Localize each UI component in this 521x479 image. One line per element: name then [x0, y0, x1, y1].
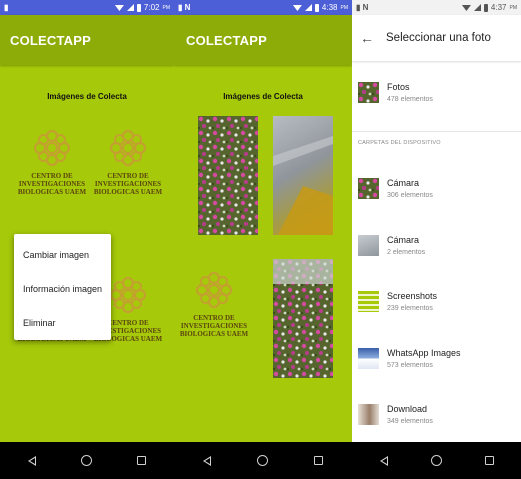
flower-thumbnail-icon — [358, 177, 379, 199]
photos-thumbnail-icon — [358, 81, 379, 103]
notification-icon: ▮ N — [356, 3, 369, 12]
picker-item-whatsapp[interactable]: WhatsApp Images 573 elementos — [352, 338, 521, 378]
home-icon[interactable] — [80, 455, 92, 466]
item-count: 2 elementos — [387, 248, 426, 256]
app-title: COLECTAPP — [0, 15, 174, 65]
item-name: WhatsApp Images — [387, 347, 461, 358]
picker-toolbar: ← Seleccionar una foto — [352, 15, 521, 61]
item-name: Cámara — [387, 177, 420, 188]
status-bar: ▮ 7:02 PM — [0, 0, 174, 15]
menu-item-delete[interactable]: Eliminar — [14, 306, 111, 340]
picker-title: Seleccionar una foto — [386, 32, 491, 44]
wifi-icon — [461, 5, 471, 11]
picker-item-download[interactable]: Download 349 elementos — [352, 394, 521, 434]
navigation-bar — [352, 442, 521, 479]
section-header: CARPETAS DEL DISPOSITIVO — [358, 140, 441, 146]
status-time: 4:38 — [321, 3, 338, 12]
wifi-icon — [114, 5, 124, 11]
screen-1: ▮ 7:02 PM COLECTAPP Imágenes de Colecta C… — [0, 0, 174, 479]
logo-text: CENTRO DE INVESTIGACIONES BIOLOGICAS UAE… — [17, 172, 87, 196]
recent-apps-icon[interactable] — [314, 456, 323, 465]
status-time: 4:37 — [490, 3, 507, 12]
signal-icon — [304, 4, 312, 11]
status-icons: 4:38 PM — [292, 3, 349, 12]
notification-icon: ▮ — [4, 3, 9, 12]
divider — [352, 131, 521, 132]
item-count: 349 elementos — [387, 417, 433, 425]
status-ampm: PM — [162, 4, 171, 11]
item-count: 478 elementos — [387, 95, 433, 103]
ground-photo-icon — [273, 136, 333, 235]
institution-logo-icon — [109, 129, 147, 167]
menu-item-change-image[interactable]: Cambiar imagen — [14, 238, 111, 272]
whatsapp-thumbnail-icon — [358, 347, 379, 369]
logo-image[interactable]: CENTRO DE INVESTIGACIONES BIOLOGICAS UAE… — [91, 128, 165, 196]
item-name: Download — [387, 403, 428, 414]
context-menu: Cambiar imagen Información imagen Elimin… — [14, 234, 111, 340]
home-icon[interactable] — [430, 455, 442, 466]
back-icon[interactable] — [379, 455, 388, 466]
picker-item-screenshots[interactable]: Screenshots 239 elementos — [352, 281, 521, 321]
back-arrow-icon[interactable]: ← — [360, 30, 378, 46]
logo-text: CENTRO DE INVESTIGACIONES BIOLOGICAS UAE… — [179, 314, 249, 338]
flower-photo-icon — [273, 259, 333, 378]
download-thumbnail-icon — [358, 403, 379, 425]
picker-item-camera[interactable]: Cámara 306 elementos — [352, 168, 521, 208]
logo-image[interactable]: CENTRO DE INVESTIGACIONES BIOLOGICAS UAE… — [174, 270, 259, 338]
item-count: 306 elementos — [387, 191, 433, 199]
collection-photo-ground[interactable] — [273, 116, 333, 235]
back-icon[interactable] — [203, 455, 211, 466]
item-name: Fotos — [387, 81, 410, 92]
status-bar: ▮ N 4:37 PM — [352, 0, 521, 15]
status-ampm: PM — [340, 4, 349, 11]
picker-item-camera[interactable]: Cámara 2 elementos — [352, 225, 521, 265]
camera-thumbnail-icon — [358, 234, 379, 256]
wifi-icon — [292, 5, 302, 11]
menu-item-image-info[interactable]: Información imagen — [14, 272, 111, 306]
logo-image[interactable]: CENTRO DE INVESTIGACIONES BIOLOGICAS UAE… — [15, 128, 89, 196]
collection-photo-flowers[interactable] — [273, 259, 333, 378]
battery-icon — [314, 3, 319, 12]
battery-icon — [136, 3, 141, 12]
app-title: COLECTAPP — [174, 15, 352, 65]
section-title: Imágenes de Colecta — [223, 92, 303, 101]
recent-apps-icon[interactable] — [484, 456, 494, 465]
item-name: Cámara — [387, 234, 420, 245]
status-icons: 7:02 PM — [114, 3, 171, 12]
section-title: Imágenes de Colecta — [47, 92, 127, 101]
logo-text: CENTRO DE INVESTIGACIONES BIOLOGICAS UAE… — [93, 172, 163, 196]
navigation-bar — [174, 442, 352, 479]
home-icon[interactable] — [257, 455, 268, 466]
item-count: 239 elementos — [387, 304, 433, 312]
item-count: 573 elementos — [387, 361, 433, 369]
collection-photo-flowers[interactable] — [198, 116, 258, 235]
signal-icon — [473, 4, 481, 11]
picker-item-photos[interactable]: Fotos 478 elementos — [352, 72, 521, 112]
institution-logo-icon — [195, 271, 233, 309]
signal-icon — [126, 4, 134, 11]
status-icons: 4:37 PM — [461, 3, 518, 12]
item-name: Screenshots — [387, 290, 438, 301]
screenshot-thumbnail-icon — [358, 290, 379, 312]
screen-2: ▮ N 4:38 PM COLECTAPP Imágenes de Colecta… — [174, 0, 352, 479]
institution-logo-icon — [33, 129, 71, 167]
screen-3: ▮ N 4:37 PM ← Seleccionar una foto Fotos … — [352, 0, 521, 479]
back-icon[interactable] — [28, 455, 37, 466]
status-ampm: PM — [509, 4, 518, 11]
institution-logo-icon — [109, 276, 147, 314]
notification-icon: ▮ N — [178, 3, 191, 12]
recent-apps-icon[interactable] — [136, 456, 146, 465]
flower-photo-icon — [198, 116, 258, 235]
status-bar: ▮ N 4:38 PM — [174, 0, 352, 15]
status-time: 7:02 — [143, 3, 160, 12]
battery-icon — [483, 3, 488, 12]
navigation-bar — [0, 442, 174, 479]
